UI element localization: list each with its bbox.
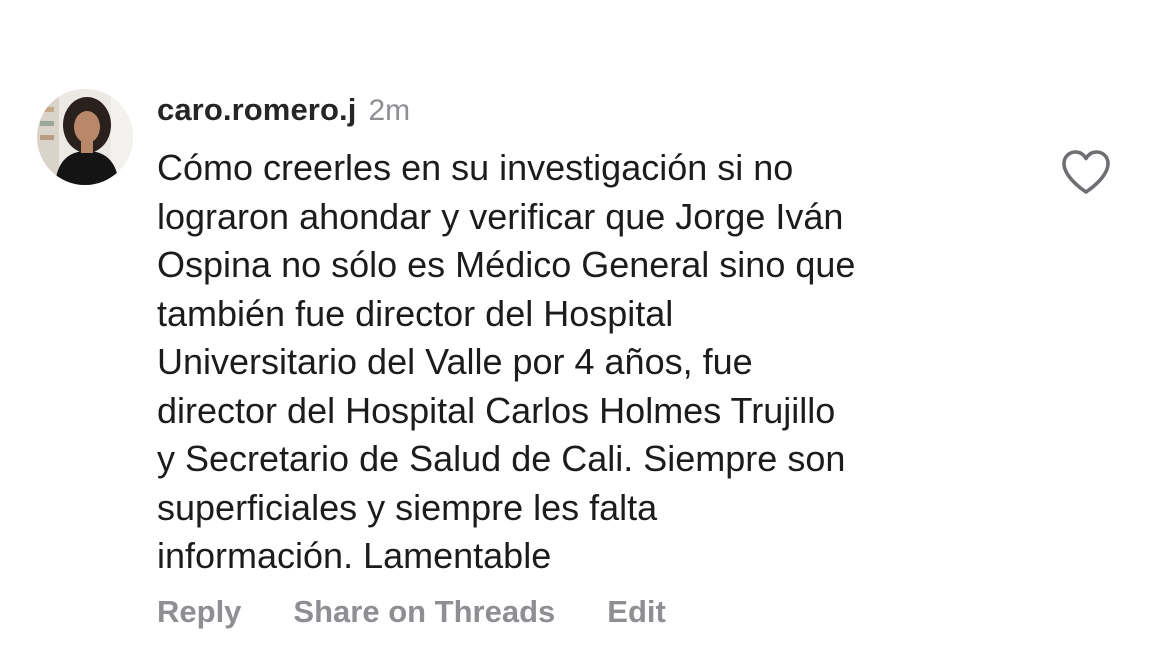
comment-text-line: también fue director del Hospital [157, 292, 674, 334]
avatar[interactable] [37, 89, 133, 185]
like-button[interactable] [1060, 148, 1112, 196]
timestamp: 2m [368, 94, 411, 127]
share-on-threads-button[interactable]: Share on Threads [293, 594, 555, 630]
comment-item: caro.romero.j 2m Cómo creerles en su inv… [0, 0, 1170, 647]
comment-text-line: y Secretario de Salud de Cali. Siempre s… [157, 438, 846, 479]
edit-button[interactable]: Edit [607, 594, 666, 630]
comment-header: caro.romero.j 2m [157, 92, 410, 132]
comment-text-line: Cómo creerles en su investigación si no [157, 147, 794, 188]
comment-text-line: superficiales y siempre les falta [157, 486, 658, 528]
comment-text-line: lograron ahondar y verificar que Jorge I… [157, 195, 844, 237]
avatar-photo [37, 89, 133, 185]
heart-outline-icon [1062, 150, 1110, 194]
comment-actions: Reply Share on Threads Edit [157, 594, 718, 630]
comment-text: Cómo creerles en su investigación si no … [157, 144, 1027, 581]
username[interactable]: caro.romero.j [157, 92, 356, 128]
reply-button[interactable]: Reply [157, 594, 241, 630]
comment-text-line: director del Hospital Carlos Holmes Truj… [157, 389, 836, 431]
comment-text-line: Ospina no sólo es Médico General sino qu… [157, 244, 856, 285]
comment-text-line: información. Lamentable [157, 535, 552, 576]
comment-text-line: Universitario del Valle por 4 años, fue [157, 341, 753, 382]
